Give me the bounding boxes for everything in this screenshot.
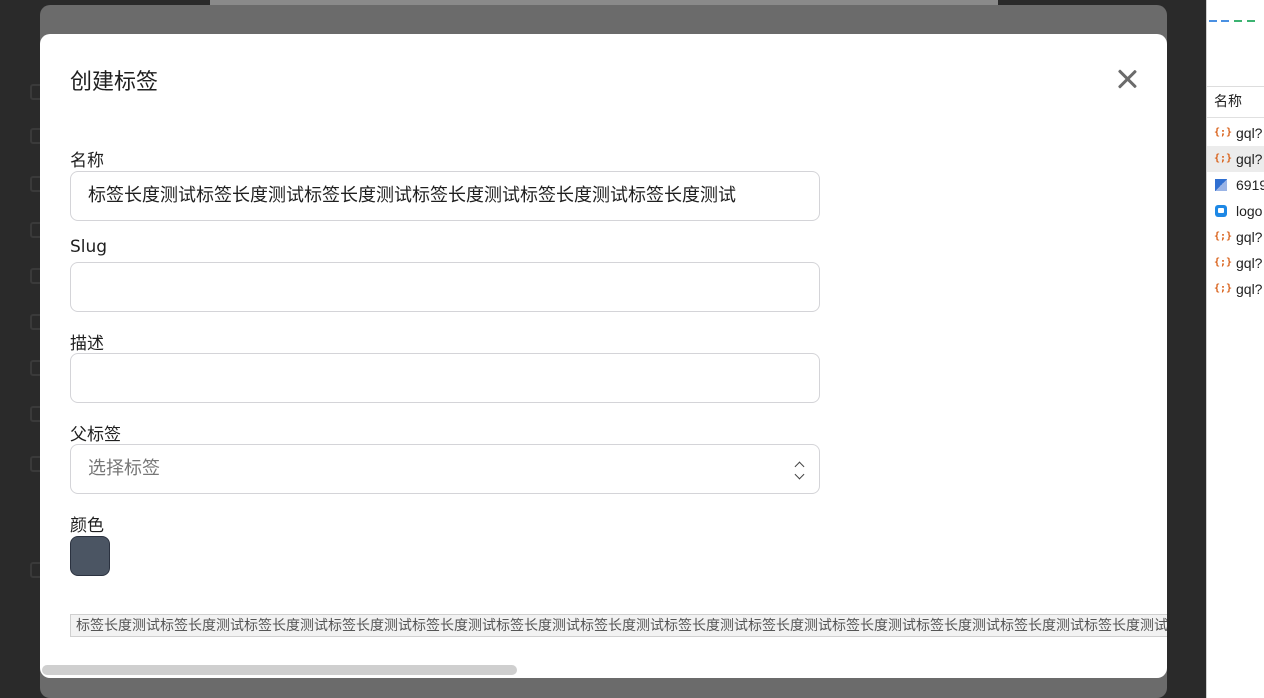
parent-tag-label: 父标签 [70,425,121,445]
description-label: 描述 [70,334,104,354]
tag-preview: 标签长度测试标签长度测试标签长度测试标签长度测试标签长度测试标签长度测试标签长度… [70,614,1167,637]
name-label: 名称 [70,151,104,171]
request-name: gql? [1236,255,1263,271]
request-row[interactable]: logo [1207,198,1264,224]
document-icon [1215,205,1227,217]
color-label: 颜色 [70,516,104,536]
close-icon[interactable] [1114,66,1140,92]
gql-icon: {;} [1214,153,1233,164]
slug-input[interactable] [70,262,820,312]
request-row[interactable]: 6919 [1207,172,1264,198]
color-swatch[interactable] [70,536,110,576]
request-name: gql? [1236,229,1263,245]
request-name: 6919 [1236,177,1264,193]
request-row[interactable]: {;} gql? [1207,250,1264,276]
request-name: gql? [1236,125,1263,141]
image-icon [1215,179,1227,191]
horizontal-scrollbar[interactable] [42,665,517,675]
devtools-network-panel: 名称 {;} gql? {;} gql? 6919 logo {;} gql? {;} gql?{… [1206,0,1264,698]
parent-tag-placeholder: 选择标签 [88,458,160,479]
network-overview [1207,0,1264,87]
request-row[interactable]: {;} gql? [1207,276,1264,302]
parent-tag-select[interactable]: 选择标签 [70,444,820,494]
request-row[interactable]: {;} gql? [1207,224,1264,250]
request-name: gql? [1236,151,1263,167]
dialog-title: 创建标签 [70,70,159,95]
request-row[interactable]: {;} gql? [1207,146,1264,172]
gql-icon: {;} [1214,127,1233,138]
name-input[interactable]: 标签长度测试标签长度测试标签长度测试标签长度测试标签长度测试标签长度测试 [70,171,820,221]
gql-icon: {;} [1214,257,1233,268]
name-column-header[interactable]: 名称 [1207,88,1264,118]
chevron-up-down-icon [794,460,806,480]
slug-label: Slug [70,237,108,257]
request-name: gql? [1236,281,1263,297]
request-name: logo [1236,203,1263,219]
gql-icon: {;} [1214,231,1233,242]
description-input[interactable] [70,353,820,403]
request-row[interactable]: {;} gql? [1207,120,1264,146]
create-tag-dialog: 创建标签 名称 标签长度测试标签长度测试标签长度测试标签长度测试标签长度测试标签… [40,34,1167,678]
gql-icon: {;} [1214,283,1233,294]
